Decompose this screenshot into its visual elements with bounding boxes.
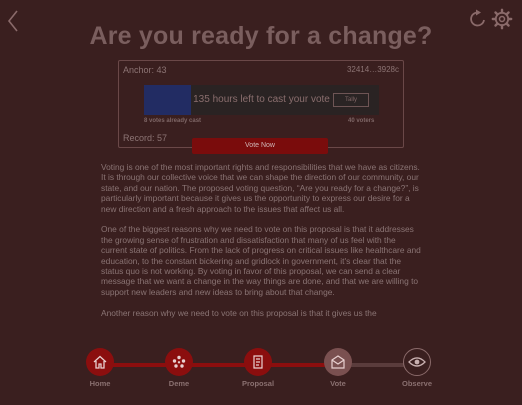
votes-cast-count: 8 votes already cast — [144, 118, 202, 124]
record-label: Record: 57 — [123, 133, 168, 143]
nav-step-home[interactable]: Home — [73, 348, 127, 388]
nav-step-proposal[interactable]: Proposal — [231, 348, 285, 388]
nav-label: Proposal — [241, 379, 275, 388]
step-progress-line — [100, 363, 338, 367]
people-icon — [172, 355, 186, 368]
tally-button[interactable]: Tally — [333, 93, 369, 107]
document-icon — [253, 355, 263, 369]
nav-step-deme[interactable]: Deme — [152, 348, 206, 388]
nav-step-vote[interactable]: Vote — [311, 348, 365, 388]
vote-now-button[interactable]: Vote Now — [192, 138, 328, 154]
proposal-step-circle[interactable] — [244, 348, 272, 376]
page-title: Are you ready for a change? — [89, 22, 433, 50]
home-step-circle[interactable] — [86, 348, 114, 376]
nav-label: Deme — [168, 379, 190, 388]
nav-step-observe[interactable]: Observe — [390, 348, 444, 388]
home-icon — [93, 355, 107, 369]
voters-count: 40 voters — [348, 118, 375, 124]
observe-step-circle[interactable] — [403, 348, 431, 376]
paragraph: Voting is one of the most important righ… — [101, 162, 420, 214]
paragraph: Another reason why we need to vote on th… — [101, 307, 377, 318]
vote-status-card: Anchor: 43 32414…3928c 135 hours left to… — [118, 60, 404, 148]
deme-step-circle[interactable] — [165, 348, 193, 376]
proposal-hash: 32414…3928c — [346, 65, 399, 74]
time-remaining-bar: 135 hours left to cast your vote Tally — [144, 85, 379, 115]
vote-step-circle[interactable] — [324, 348, 352, 376]
nav-label: Observe — [401, 379, 433, 388]
paragraph: One of the biggest reasons why we need t… — [101, 224, 421, 297]
nav-label: Vote — [330, 379, 346, 388]
anchor-label: Anchor: 43 — [123, 65, 167, 75]
proposal-description: Voting is one of the most important righ… — [101, 162, 423, 344]
envelope-icon — [331, 355, 345, 369]
nav-label: Home — [89, 379, 111, 388]
eye-icon — [408, 357, 426, 367]
